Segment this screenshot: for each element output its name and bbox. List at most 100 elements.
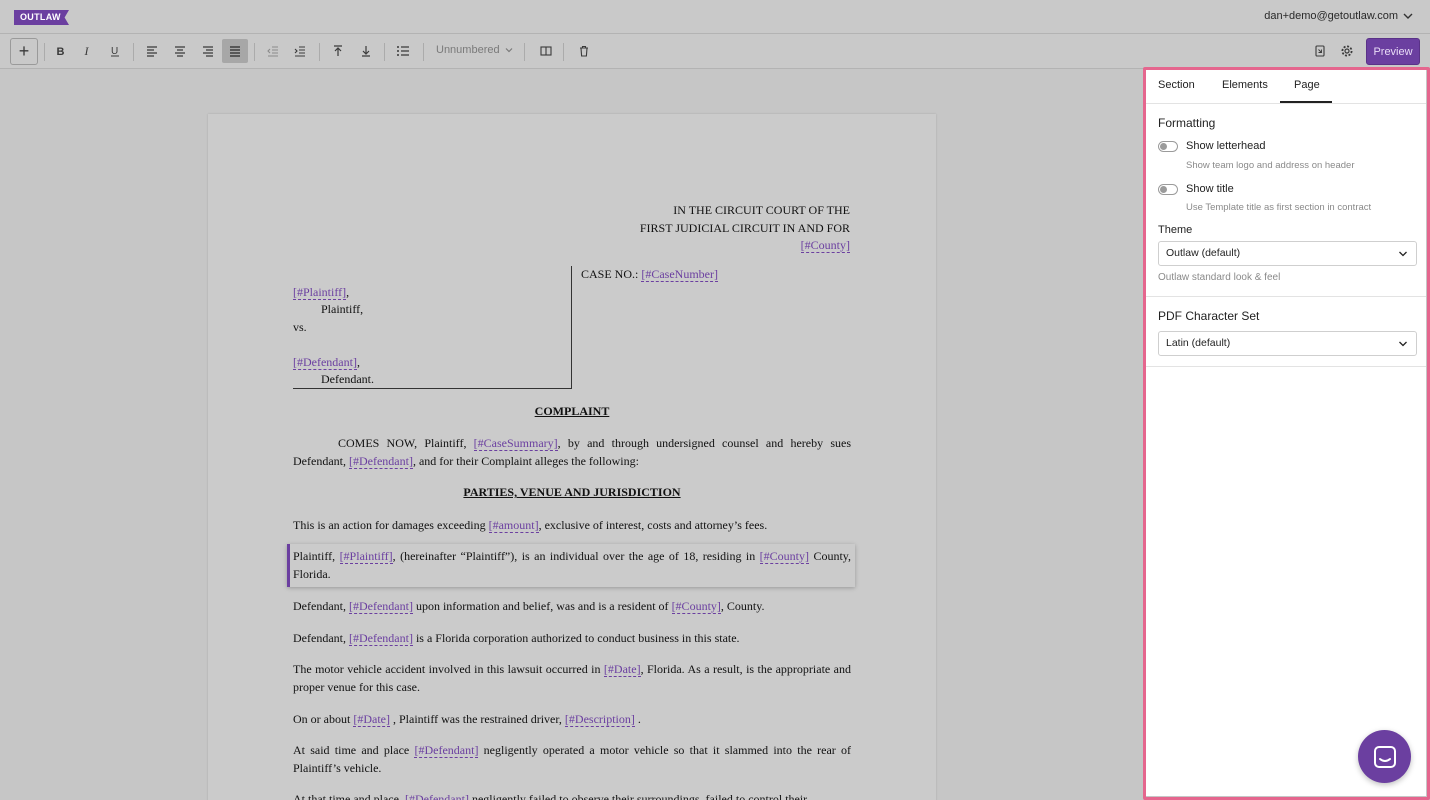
list-icon — [397, 46, 409, 56]
bold-button[interactable]: B — [47, 39, 73, 63]
editor-toolbar: + B I U Unnumbered Preview — [0, 34, 1430, 69]
intro-paragraph[interactable]: COMES NOW, Plaintiff, [#CaseSummary], by… — [293, 435, 851, 470]
show-title-description: Use Template title as first section in c… — [1186, 202, 1372, 213]
case-number-field[interactable]: [#CaseNumber] — [641, 267, 718, 282]
pdf-charset-value: Latin (default) — [1166, 337, 1231, 349]
chat-launcher-button[interactable] — [1358, 730, 1411, 783]
negligence-paragraph[interactable]: At said time and place [#Defendant] negl… — [293, 742, 851, 777]
preview-button[interactable]: Preview — [1366, 38, 1420, 65]
show-letterhead-label: Show letterhead — [1186, 140, 1266, 152]
top-bar: OUTLAW dan+demo@getoutlaw.com — [0, 0, 1430, 34]
theme-select[interactable]: Outlaw (default) — [1158, 241, 1417, 266]
columns-button[interactable] — [533, 39, 559, 63]
date-field[interactable]: [#Date] — [603, 662, 641, 677]
document-canvas: IN THE CIRCUIT COURT OF THE FIRST JUDICI… — [0, 70, 1143, 800]
versus-label: vs. — [293, 319, 307, 334]
tab-section[interactable]: Section — [1158, 79, 1195, 91]
settings-button[interactable] — [1334, 39, 1360, 63]
underline-icon: U — [111, 46, 119, 57]
outlaw-logo[interactable]: OUTLAW — [14, 10, 69, 25]
plaintiff-label: Plaintiff, — [321, 302, 364, 317]
date-field[interactable]: [#Date] — [353, 712, 390, 727]
tab-page[interactable]: Page — [1294, 79, 1320, 91]
toolbar-divider — [254, 43, 255, 61]
parties-heading: PARTIES, VENUE AND JURISDICTION — [463, 485, 681, 499]
paragraph-text: , and for their Complaint alleges the fo… — [412, 453, 639, 468]
move-down-button[interactable] — [353, 39, 379, 63]
plaintiff-field[interactable]: [#Plaintiff] — [293, 285, 347, 300]
user-email[interactable]: dan+demo@getoutlaw.com — [1264, 10, 1398, 22]
align-right-button[interactable] — [195, 39, 221, 63]
description-field[interactable]: [#Description] — [564, 712, 635, 727]
amount-field[interactable]: [#amount] — [488, 518, 539, 533]
add-section-button[interactable]: + — [10, 38, 38, 65]
outdent-icon — [267, 46, 278, 57]
page-settings-panel: Section Elements Page Formatting Show le… — [1146, 70, 1426, 796]
chevron-down-icon[interactable] — [1402, 10, 1414, 22]
incident-date-paragraph[interactable]: On or about [#Date] , Plaintiff was the … — [293, 711, 851, 729]
toolbar-divider — [423, 43, 424, 61]
paragraph-text: At said time and place — [293, 743, 410, 757]
paragraph-text: , exclusive of interest, costs and attor… — [538, 518, 768, 532]
chevron-down-icon — [505, 48, 513, 53]
show-title-toggle[interactable] — [1158, 184, 1178, 195]
damages-paragraph[interactable]: This is an action for damages exceeding … — [293, 517, 851, 535]
toolbar-divider — [563, 43, 564, 61]
arrow-up-icon — [334, 45, 342, 56]
defendant-field[interactable]: [#Defendant] — [404, 792, 469, 800]
align-justify-button[interactable] — [222, 39, 248, 63]
svg-text:U: U — [111, 46, 118, 57]
court-line: IN THE CIRCUIT COURT OF THE — [673, 203, 850, 217]
list-button[interactable] — [390, 39, 416, 63]
paragraph-text: At that time and place, — [293, 792, 402, 800]
show-letterhead-description: Show team logo and address on header — [1186, 160, 1355, 171]
panel-divider — [1146, 366, 1426, 367]
pdf-charset-select[interactable]: Latin (default) — [1158, 331, 1417, 356]
theme-value: Outlaw (default) — [1166, 247, 1241, 259]
move-up-button[interactable] — [325, 39, 351, 63]
italic-icon: I — [84, 44, 90, 58]
pdf-charset-title: PDF Character Set — [1158, 309, 1260, 323]
complaint-heading: COMPLAINT — [534, 404, 610, 418]
defendant-field[interactable]: [#Defendant] — [348, 631, 413, 646]
paragraph-text: upon information and belief, was and is … — [415, 599, 669, 613]
toolbar-divider — [524, 43, 525, 61]
defendant-field[interactable]: [#Defendant] — [293, 354, 357, 370]
italic-button[interactable]: I — [74, 39, 100, 63]
tab-elements[interactable]: Elements — [1222, 79, 1268, 91]
underline-button[interactable]: U — [102, 39, 128, 63]
defendant-field[interactable]: [#Defendant] — [348, 599, 413, 614]
plaintiff-paragraph[interactable]: Plaintiff, [#Plaintiff], (hereinafter “P… — [293, 548, 851, 583]
surroundings-paragraph[interactable]: At that time and place, [#Defendant] neg… — [293, 791, 851, 800]
plaintiff-field[interactable]: [#Plaintiff] — [339, 549, 393, 564]
align-center-button[interactable] — [167, 39, 193, 63]
county-field[interactable]: [#County] — [800, 238, 850, 253]
venue-paragraph[interactable]: The motor vehicle accident involved in t… — [293, 661, 851, 696]
align-left-button[interactable] — [139, 39, 165, 63]
indent-button[interactable] — [287, 39, 313, 63]
defendant-field[interactable]: [#Defendant] — [414, 743, 479, 758]
paragraph-text: , (hereinafter “Plaintiff”), is an indiv… — [392, 549, 756, 563]
paragraph-text: The motor vehicle accident involved in t… — [293, 662, 601, 676]
delete-button[interactable] — [571, 39, 597, 63]
numbering-dropdown[interactable]: Unnumbered — [436, 44, 514, 56]
align-right-icon — [203, 46, 213, 57]
paragraph-text: is a Florida corporation authorized to c… — [415, 631, 740, 645]
panel-divider — [1146, 296, 1426, 297]
page-expand-icon — [1315, 45, 1325, 57]
paragraph-text: Plaintiff, — [293, 549, 336, 563]
paragraph-text: Defendant, — [293, 599, 346, 613]
outdent-button[interactable] — [260, 39, 286, 63]
page-size-button[interactable] — [1307, 39, 1333, 63]
defendant-corporation-paragraph[interactable]: Defendant, [#Defendant] is a Florida cor… — [293, 630, 851, 648]
county-field[interactable]: [#County] — [759, 549, 809, 564]
defendant-field[interactable]: [#Defendant] — [348, 453, 413, 469]
align-left-icon — [147, 46, 157, 57]
show-letterhead-toggle[interactable] — [1158, 141, 1178, 152]
arrow-down-icon — [362, 46, 370, 57]
case-summary-field[interactable]: [#CaseSummary] — [473, 436, 558, 451]
county-field[interactable]: [#County] — [671, 599, 721, 614]
case-number: CASE NO.: [#CaseNumber] — [581, 267, 718, 282]
gear-icon — [1341, 45, 1353, 57]
defendant-residence-paragraph[interactable]: Defendant, [#Defendant] upon information… — [293, 598, 851, 616]
